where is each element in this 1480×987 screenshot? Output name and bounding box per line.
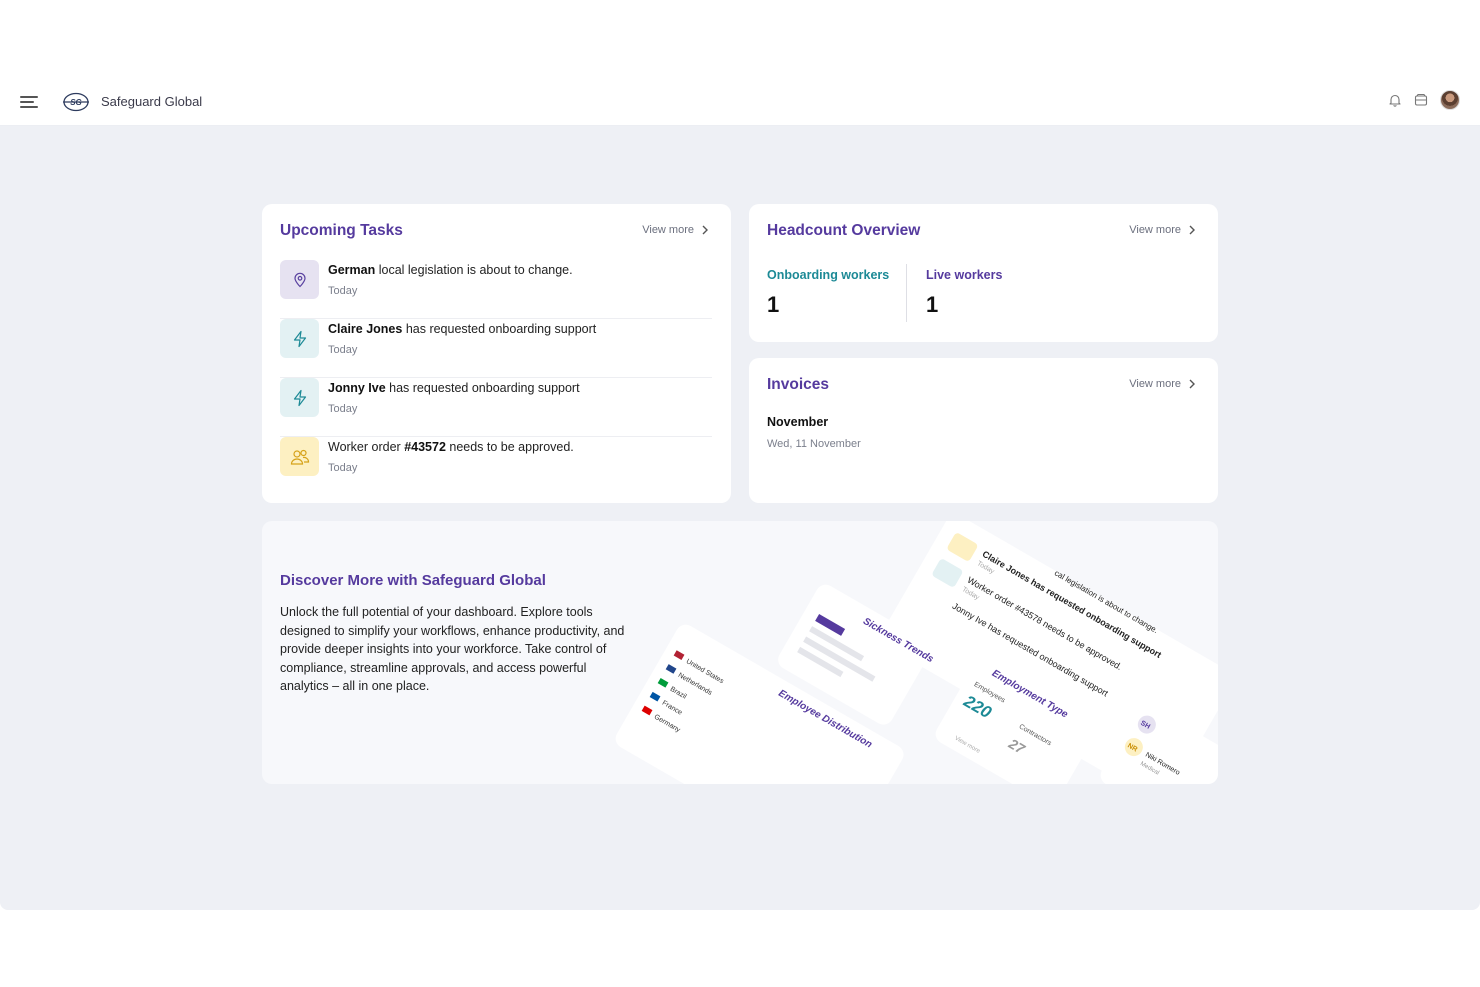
discover-title: Discover More with Safeguard Global (280, 572, 546, 589)
onboarding-workers-stat[interactable]: Onboarding workers 1 (767, 268, 889, 318)
headcount-overview-card: Headcount Overview View more Onboarding … (749, 204, 1218, 342)
invoice-month[interactable]: November (767, 415, 828, 429)
task-item[interactable]: German local legislation is about to cha… (280, 260, 712, 319)
upcoming-tasks-card: Upcoming Tasks View more German local le… (262, 204, 731, 503)
task-item[interactable]: Worker order #43572 needs to be approved… (280, 437, 712, 496)
task-text: Jonny Ive has requested onboarding suppo… (328, 381, 580, 395)
task-item[interactable]: Claire Jones has requested onboarding su… (280, 319, 712, 378)
view-more-link[interactable]: View more (1129, 224, 1196, 236)
view-more-label: View more (1129, 378, 1181, 390)
task-text: Claire Jones has requested onboarding su… (328, 322, 597, 336)
bell-icon[interactable] (1388, 93, 1402, 107)
card-title: Upcoming Tasks (280, 222, 403, 239)
top-bar: SG Safeguard Global (0, 78, 1480, 126)
view-more-label: View more (642, 224, 694, 236)
card-title: Invoices (767, 376, 830, 393)
task-text: German local legislation is about to cha… (328, 263, 573, 277)
top-actions (1388, 90, 1460, 110)
avatar[interactable] (1440, 90, 1460, 110)
divider (906, 264, 907, 322)
task-date: Today (328, 285, 358, 297)
view-more-label: View more (1129, 224, 1181, 236)
discover-body: Unlock the full potential of your dashbo… (280, 605, 625, 694)
chevron-right-icon (1189, 225, 1195, 235)
live-workers-label: Live workers (926, 268, 1003, 282)
task-date: Today (328, 344, 358, 356)
menu-icon[interactable] (20, 96, 38, 108)
view-more-link[interactable]: View more (1129, 378, 1196, 390)
task-item[interactable]: Jonny Ive has requested onboarding suppo… (280, 378, 712, 437)
live-workers-stat[interactable]: Live workers 1 (926, 268, 1002, 318)
invoice-date: Wed, 11 November (767, 438, 861, 450)
brand-name: Safeguard Global (101, 94, 203, 109)
svg-text:SG: SG (70, 98, 82, 107)
dashboard-main: Upcoming Tasks View more German local le… (0, 126, 1480, 910)
logo-icon[interactable]: SG (62, 91, 90, 113)
live-workers-value: 1 (926, 292, 939, 317)
onboarding-workers-label: Onboarding workers (767, 268, 890, 282)
task-text: Worker order #43572 needs to be approved… (328, 440, 574, 454)
chevron-right-icon (1189, 379, 1195, 389)
card-title: Headcount Overview (767, 222, 921, 239)
chevron-right-icon (702, 225, 708, 235)
view-more-link[interactable]: View more (642, 224, 709, 236)
location-pin-icon (280, 260, 319, 299)
users-icon (280, 437, 319, 476)
invoices-card: Invoices View more November Wed, 11 Nove… (749, 358, 1218, 503)
inbox-icon[interactable] (1414, 93, 1428, 107)
discover-card: Claire Jones has requested onboarding su… (262, 521, 1218, 784)
lightning-icon (280, 319, 319, 358)
lightning-icon (280, 378, 319, 417)
task-date: Today (328, 403, 358, 415)
onboarding-workers-value: 1 (767, 292, 780, 317)
task-date: Today (328, 462, 358, 474)
